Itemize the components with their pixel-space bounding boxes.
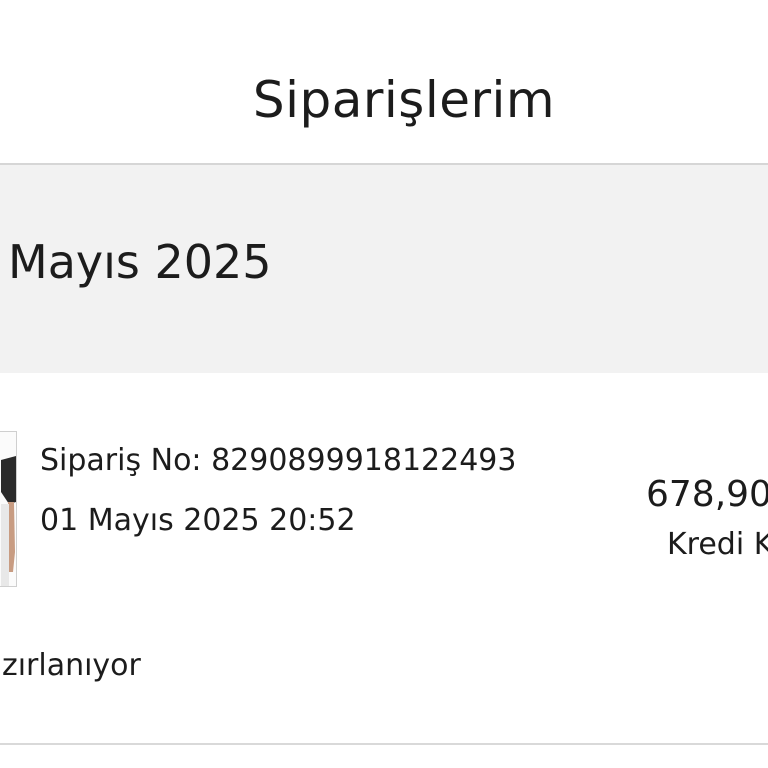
payment-method: Kredi K bbox=[667, 527, 768, 562]
order-amount: 678,90 bbox=[646, 474, 768, 515]
month-label: Mayıs 2025 bbox=[8, 235, 272, 289]
order-status: Hazırlanıyor bbox=[0, 648, 141, 683]
month-group-header: Mayıs 2025 bbox=[0, 165, 768, 373]
order-card[interactable]: Sipariş No: 8290899918122493 01 Mayıs 20… bbox=[0, 373, 768, 745]
divider bbox=[0, 743, 768, 745]
product-thumbnail[interactable] bbox=[0, 431, 17, 587]
order-number: Sipariş No: 8290899918122493 bbox=[40, 443, 517, 478]
order-date: 01 Mayıs 2025 20:52 bbox=[40, 503, 356, 538]
page-header: Siparişlerim bbox=[0, 0, 768, 165]
tshirt-product-image bbox=[0, 432, 16, 586]
orders-page: Siparişlerim Mayıs 2025 Sipariş No: 8290… bbox=[0, 0, 768, 768]
page-title: Siparişlerim bbox=[252, 71, 556, 129]
